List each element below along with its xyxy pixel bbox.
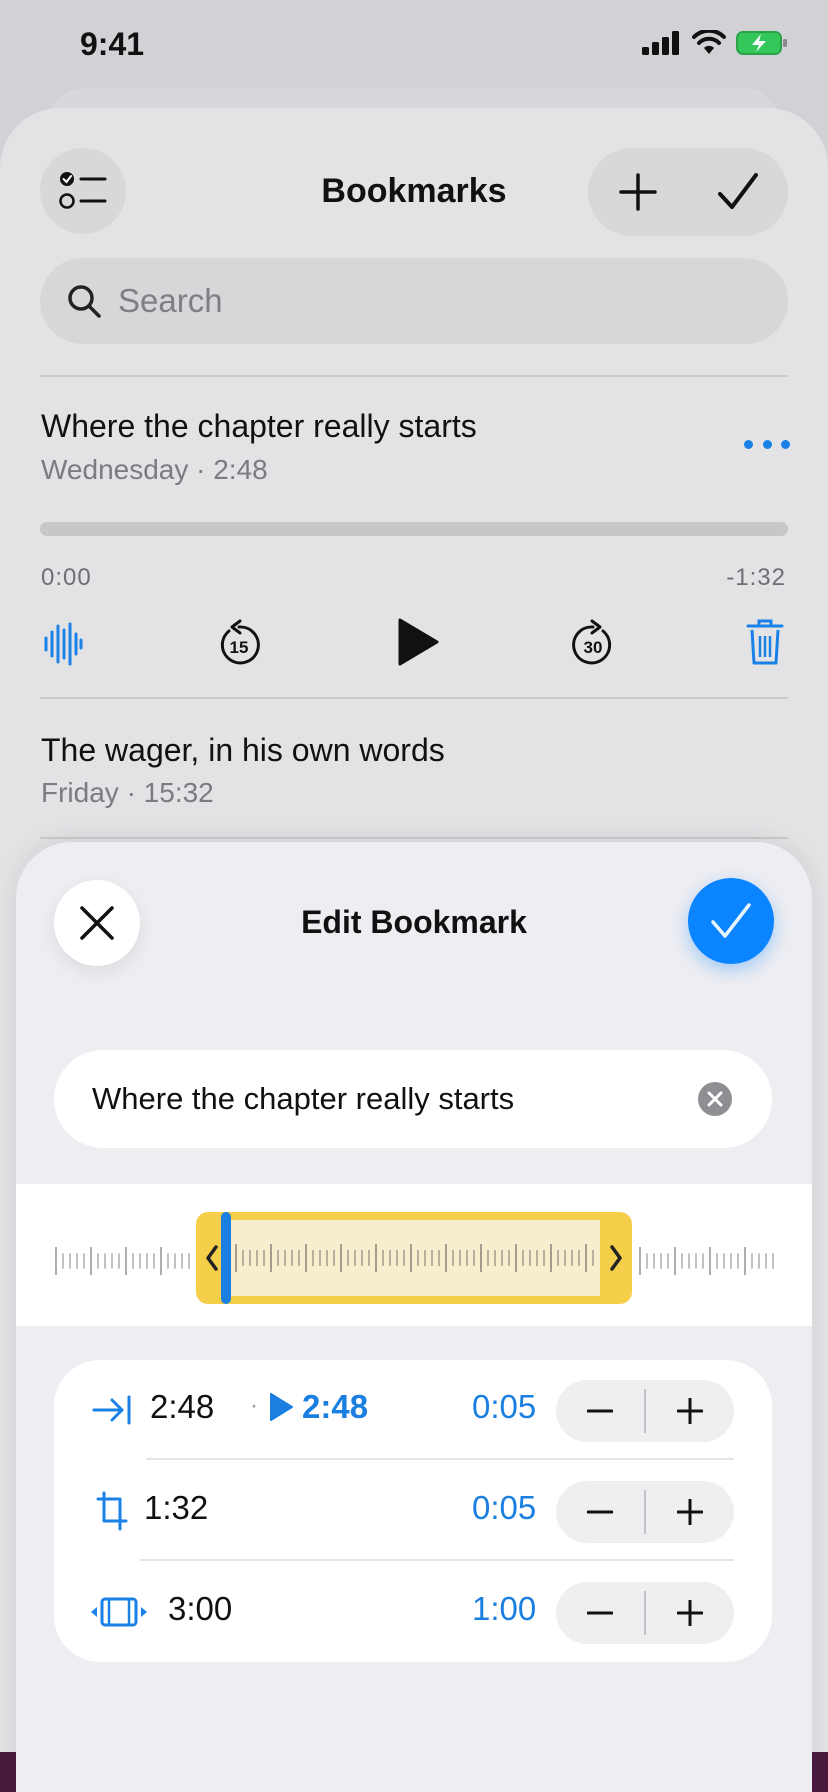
chevron-left-icon [206,1245,218,1271]
start-time-row: 2:48 · 2:48 0:05 [54,1360,772,1460]
search-icon [68,285,101,318]
time-settings-card: 2:48 · 2:48 0:05 1:32 0:05 3:00 1:00 [54,1360,772,1662]
play-from-time-button[interactable]: 2:48 [268,1388,368,1426]
bookmark-title[interactable]: Where the chapter really starts [41,408,477,445]
clip-scrubber[interactable] [16,1184,812,1326]
separator-dot: · [250,1392,258,1419]
clip-selection-range [228,1220,600,1296]
bookmark-name-field[interactable]: Where the chapter really starts [54,1050,772,1148]
playback-progress-slider[interactable] [40,522,788,536]
status-time: 9:41 [80,26,145,62]
clip-length-stepper [556,1481,734,1543]
trim-end-handle[interactable] [600,1212,632,1304]
total-length-stepper [556,1582,734,1644]
play-from-time: 2:48 [302,1388,369,1425]
divider [40,697,788,699]
plus-icon [677,1398,703,1424]
skip-back-label: 15 [230,638,249,657]
crop-icon [90,1491,134,1531]
skip-back-15-icon: 15 [220,619,260,665]
arrow-to-line-icon [90,1390,134,1430]
step-size[interactable]: 0:05 [472,1489,536,1527]
plus-icon [677,1499,703,1525]
start-time-stepper [556,1380,734,1442]
decrement-button[interactable] [556,1380,644,1442]
playhead[interactable] [221,1212,231,1304]
divider [40,375,788,377]
status-icons [642,30,788,56]
chevron-right-icon [610,1245,622,1271]
step-size[interactable]: 0:05 [472,1388,536,1426]
checkmark-icon [711,903,751,938]
play-icon [398,618,439,666]
wifi-icon [692,30,726,54]
more-options-button[interactable] [744,436,790,452]
timeline-ticks-selected [235,1244,594,1272]
row-divider [146,1458,734,1460]
bookmark-title[interactable]: The wager, in his own words [41,732,445,769]
waveform-button[interactable] [40,620,86,668]
battery-charging-icon [736,31,787,55]
timeline-ticks-right [639,1247,774,1275]
bookmark-name-value: Where the chapter really starts [92,1081,515,1116]
done-button[interactable] [698,152,778,232]
remaining-time: -1:32 [726,564,786,591]
total-length: 3:00 [168,1590,233,1627]
waveform-icon [44,622,83,666]
skip-forward-30-icon: 30 [572,619,612,665]
film-strip-expand-icon [90,1592,148,1632]
increment-button[interactable] [646,1481,734,1543]
total-length-row: 3:00 1:00 [54,1562,772,1662]
save-button[interactable] [688,878,774,964]
cellular-signal-icon [642,31,679,55]
step-size[interactable]: 1:00 [472,1590,536,1628]
minus-icon [587,1611,613,1615]
increment-button[interactable] [646,1380,734,1442]
play-button[interactable] [392,612,444,672]
trash-icon [746,619,784,665]
clip-length-row: 1:32 0:05 [54,1461,772,1561]
row-divider [140,1559,734,1561]
skip-back-button[interactable]: 15 [214,616,264,670]
start-time: 2:48 [150,1388,215,1425]
search-placeholder: Search [118,282,223,319]
add-bookmark-button[interactable] [598,152,678,232]
bookmark-subtitle: Friday · 15:32 [41,777,214,808]
checkmark-icon [718,173,758,209]
minus-icon [587,1510,613,1514]
status-bar: 9:41 [0,0,828,92]
clip-selection[interactable] [196,1212,632,1304]
header-actions [588,148,788,236]
edit-bookmark-sheet: Edit Bookmark Where the chapter really s… [16,842,812,1792]
decrement-button[interactable] [556,1582,644,1644]
skip-forward-label: 30 [584,638,603,657]
decrement-button[interactable] [556,1481,644,1543]
timeline-ticks-left [55,1247,190,1275]
divider [40,837,788,839]
elapsed-time: 0:00 [41,564,92,591]
increment-button[interactable] [646,1582,734,1644]
plus-icon [677,1600,703,1626]
clear-text-button[interactable] [698,1082,732,1116]
play-icon [270,1393,293,1421]
plus-icon [619,173,657,211]
skip-forward-button[interactable]: 30 [568,616,618,670]
bookmark-subtitle: Wednesday · 2:48 [41,454,268,485]
clip-length: 1:32 [144,1489,209,1526]
minus-icon [587,1409,613,1413]
clear-icon [707,1091,723,1107]
search-input[interactable]: Search [40,258,788,344]
delete-button[interactable] [744,616,786,668]
